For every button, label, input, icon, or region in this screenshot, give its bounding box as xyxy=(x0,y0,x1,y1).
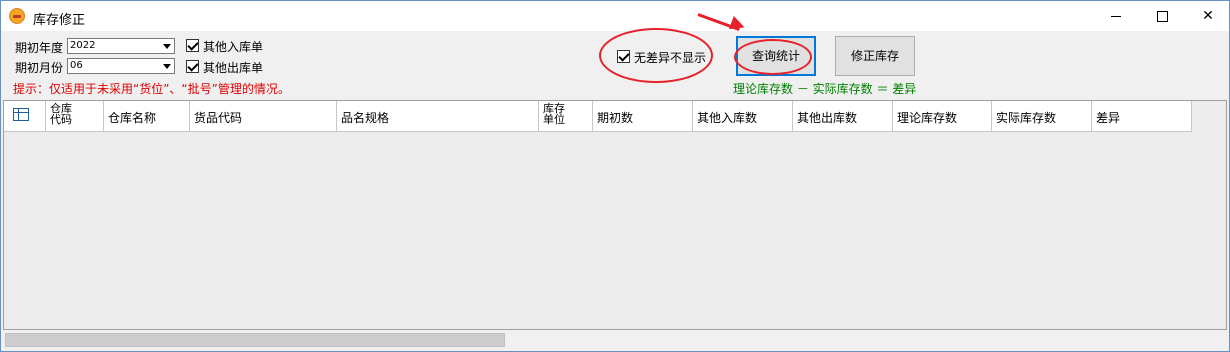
title-bar: 库存修正 ✕ xyxy=(1,1,1229,31)
col-warehouse-name[interactable]: 仓库名称 xyxy=(104,101,190,131)
minimize-button[interactable] xyxy=(1093,1,1139,31)
year-select-value: 2022 xyxy=(70,40,96,51)
other-in-checkbox[interactable] xyxy=(186,39,199,52)
app-window: 库存修正 ✕ 期初年度 2022 期初月份 06 其他入库单 其他出库单 提示：… xyxy=(0,0,1230,352)
col-opening-qty[interactable]: 期初数 xyxy=(593,101,693,131)
close-button[interactable]: ✕ xyxy=(1185,1,1230,31)
maximize-icon xyxy=(1156,10,1168,22)
month-select[interactable]: 06 xyxy=(67,58,175,74)
chevron-down-icon[interactable] xyxy=(160,39,174,53)
col-warehouse-code[interactable]: 仓库代码 xyxy=(46,101,104,131)
col-other-in-qty[interactable]: 其他入库数 xyxy=(693,101,793,131)
month-label: 期初月份 xyxy=(15,61,64,75)
other-in-label: 其他入库单 xyxy=(203,40,264,54)
other-out-checkbox[interactable] xyxy=(186,60,199,73)
col-other-out-qty[interactable]: 其他出库数 xyxy=(793,101,893,131)
maximize-button[interactable] xyxy=(1139,1,1185,31)
col-item-code[interactable]: 货品代码 xyxy=(190,101,337,131)
year-select[interactable]: 2022 xyxy=(67,38,175,54)
col-theory-stock[interactable]: 理论库存数 xyxy=(893,101,992,131)
hint-text: 提示：仅适用于未采用“货位”、“批号”管理的情况。 xyxy=(13,82,290,96)
close-icon: ✕ xyxy=(1202,8,1214,24)
annotation-circle-no-diff xyxy=(599,28,713,83)
grid-header: 仓库代码 仓库名称 货品代码 品名规格 库存单位 期初数 其他入库数 其他出库数… xyxy=(4,101,1192,132)
minimize-icon xyxy=(1111,15,1121,17)
window-title: 库存修正 xyxy=(33,13,86,28)
fix-stock-button[interactable]: 修正库存 xyxy=(835,36,915,76)
col-item-spec[interactable]: 品名规格 xyxy=(337,101,539,131)
stock-grid[interactable]: 仓库代码 仓库名称 货品代码 品名规格 库存单位 期初数 其他入库数 其他出库数… xyxy=(3,100,1227,330)
table-icon xyxy=(13,108,29,121)
col-difference[interactable]: 差异 xyxy=(1092,101,1192,131)
other-out-label: 其他出库单 xyxy=(203,61,264,75)
year-label: 期初年度 xyxy=(15,41,64,55)
horizontal-scrollbar[interactable] xyxy=(3,331,1227,349)
month-select-value: 06 xyxy=(70,60,83,71)
col-stock-unit[interactable]: 库存单位 xyxy=(539,101,593,131)
col-actual-stock[interactable]: 实际库存数 xyxy=(992,101,1092,131)
scrollbar-thumb[interactable] xyxy=(5,333,505,347)
annotation-circle-query xyxy=(734,39,812,75)
grid-corner[interactable] xyxy=(4,101,46,131)
app-icon xyxy=(9,8,25,24)
chevron-down-icon[interactable] xyxy=(160,59,174,73)
formula-text: 理论库存数 － 实际库存数 ＝ 差异 xyxy=(733,82,917,96)
